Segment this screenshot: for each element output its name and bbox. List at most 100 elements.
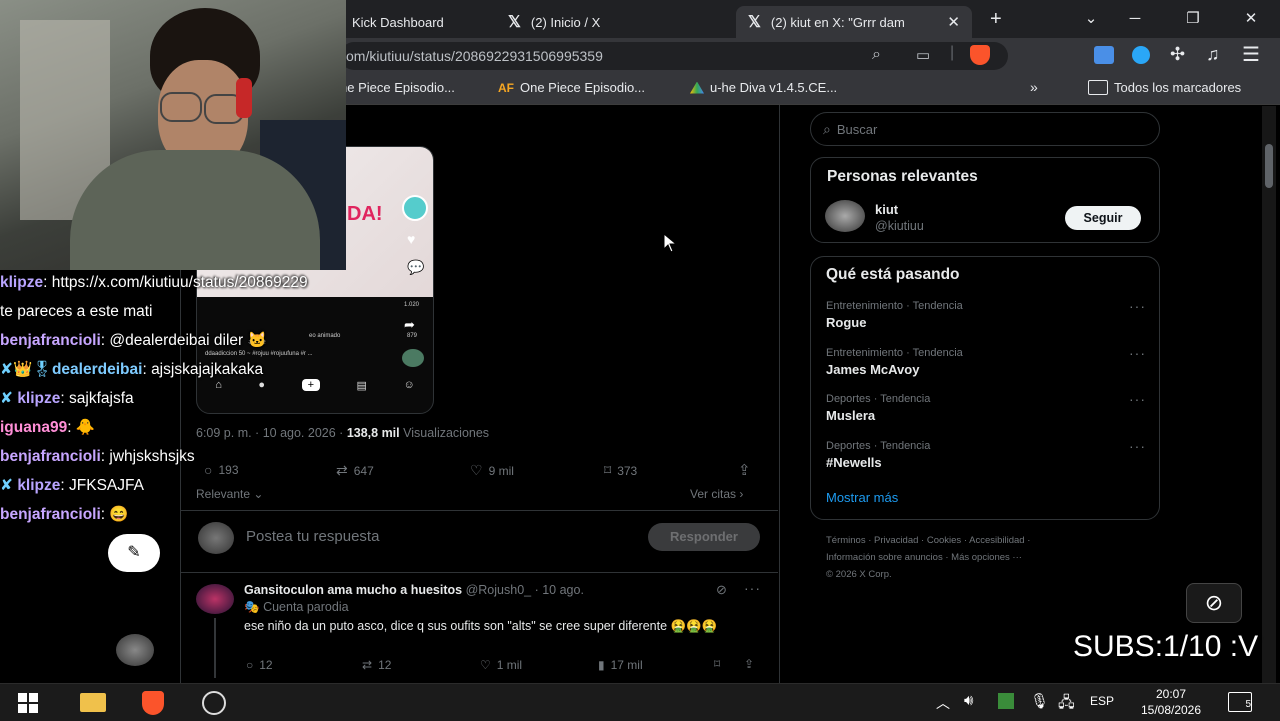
reply-input[interactable]: Postea tu respuesta <box>246 528 379 545</box>
trend-item[interactable]: Deportes · Tendencia Muslera ··· <box>826 391 1146 423</box>
clock-time: 20:07 <box>1155 687 1187 701</box>
footer-link[interactable]: Términos <box>826 535 866 546</box>
network-icon[interactable]: 🖧 <box>1058 692 1075 717</box>
volume-icon[interactable]: 🔊︎ <box>964 692 973 709</box>
person-shirt <box>70 150 320 270</box>
reply-header: Gansitoculon ama mucho a huesitos @Rojus… <box>244 583 584 597</box>
compose-button[interactable]: ✎ <box>108 534 160 572</box>
chat-text: te pareces a este mati <box>0 303 153 320</box>
cast-icon[interactable]: ▭ <box>916 46 930 64</box>
more-icon[interactable]: ··· <box>1129 298 1146 314</box>
app-tray-icon[interactable] <box>998 693 1014 709</box>
person-handle[interactable]: @kiutiuu <box>875 219 924 233</box>
trend-item[interactable]: Entretenimiento · Tendencia James McAvoy… <box>826 345 1146 377</box>
bookmark-item[interactable]: u-he Diva v1.4.5.CE... <box>690 80 837 95</box>
menu-icon[interactable]: ☰ <box>1242 42 1260 67</box>
maximize-button[interactable]: ❐ <box>1170 6 1216 32</box>
close-window-button[interactable]: ✕ <box>1228 6 1274 32</box>
trend-category: Deportes · Tendencia <box>826 393 931 405</box>
footer-link[interactable]: Más opciones ··· <box>951 552 1022 563</box>
heart-icon: ♡ <box>470 462 483 478</box>
repost-count-value: 12 <box>378 658 392 672</box>
analytics-icon: ▮ <box>598 658 605 672</box>
reply-handle[interactable]: @Rojush0_ · 10 ago. <box>466 583 584 597</box>
music-disc <box>402 349 424 367</box>
bookmark-item[interactable]: ne Piece Episodio... <box>340 80 455 95</box>
tab-search-icon[interactable]: ⌄ <box>1068 6 1114 32</box>
language-indicator[interactable]: ESP <box>1090 694 1114 708</box>
avatar[interactable] <box>825 200 865 232</box>
share-icon: ➦ <box>404 317 415 332</box>
clock[interactable]: 20:07 15/08/2026 <box>1134 686 1208 718</box>
reply-count[interactable]: ○ 12 <box>246 658 273 672</box>
avatar[interactable] <box>196 584 234 614</box>
quotes-link[interactable]: Ver citas › <box>690 487 743 501</box>
reply-button[interactable]: Responder <box>648 523 760 551</box>
tab-x-home[interactable]: 𝕏 (2) Inicio / X <box>496 6 726 38</box>
extensions-puzzle-icon[interactable]: ✣ <box>1170 44 1185 65</box>
chat-text: ajsjskajajkakaka <box>151 361 264 378</box>
share-icon[interactable]: ⇪ <box>744 657 754 671</box>
person-name[interactable]: kiut <box>875 202 898 217</box>
show-more-link[interactable]: Mostrar más <box>826 490 898 505</box>
new-tab-button[interactable]: + <box>990 8 1002 31</box>
extension-icon[interactable] <box>1132 46 1150 64</box>
view-count[interactable]: ▮ 17 mil <box>598 658 643 672</box>
more-icon[interactable]: ··· <box>1129 345 1146 361</box>
chat-message: te pareces a este mati <box>0 297 360 326</box>
bookmark-count[interactable]: ⌑ 373 <box>604 462 637 479</box>
repost-count[interactable]: ⇄ 12 <box>362 658 391 672</box>
brave-icon[interactable] <box>142 691 164 715</box>
like-count[interactable]: ♡ 9 mil <box>470 462 514 479</box>
microphone-icon[interactable]: 🎙︎ <box>1030 692 1049 710</box>
more-icon[interactable]: ··· <box>744 580 761 598</box>
trend-category: Entretenimiento · Tendencia <box>826 300 963 312</box>
windows-start-icon[interactable] <box>18 693 38 713</box>
music-icon[interactable]: ♫ <box>1206 44 1220 65</box>
scrollbar-thumb[interactable] <box>1265 144 1273 188</box>
share-icon[interactable]: ⇪ <box>738 461 751 479</box>
like-count[interactable]: ♡ 1 mil <box>480 658 522 672</box>
panel-title: Personas relevantes <box>827 168 978 185</box>
file-explorer-icon[interactable] <box>80 693 106 712</box>
url-text[interactable]: om/kiutiuu/status/2086922931506995359 <box>346 44 603 68</box>
trend-item[interactable]: Deportes · Tendencia #Newells ··· <box>826 438 1146 470</box>
all-bookmarks[interactable]: Todos los marcadores <box>1088 80 1241 95</box>
hide-overlay-icon[interactable]: ⊘ <box>1186 583 1242 623</box>
obs-icon[interactable] <box>202 691 226 715</box>
bookmark-icon[interactable]: ⌑ <box>714 657 720 671</box>
zoom-icon[interactable]: ⌕ <box>872 46 881 64</box>
scrollbar[interactable] <box>1262 106 1276 683</box>
x-logo-icon: 𝕏 <box>508 14 521 31</box>
notification-count: 5 <box>1245 699 1251 710</box>
brave-shield-icon[interactable] <box>970 45 990 65</box>
chat-message: benjafrancioli: @dealerdeibai diler 🐱 <box>0 332 267 349</box>
reply-display-name[interactable]: Gansitoculon ama mucho a huesitos <box>244 583 462 597</box>
search-input[interactable]: ⌕ Buscar <box>810 112 1160 146</box>
quotes-label: Ver citas <box>690 487 737 501</box>
trend-item[interactable]: Entretenimiento · Tendencia Rogue ··· <box>826 298 1146 330</box>
more-bookmarks-icon[interactable]: » <box>1030 79 1038 95</box>
chevron-up-icon[interactable]: ︿ <box>936 693 950 713</box>
tab-x-status[interactable]: 𝕏 (2) kiut en X: "Grrr dam ✕ <box>736 6 972 38</box>
more-icon[interactable]: ··· <box>1129 438 1146 454</box>
trend-name: Muslera <box>826 408 876 423</box>
more-icon[interactable]: ··· <box>1129 391 1146 407</box>
chat-text: https://x.com/kiutiuu/status/20869229 <box>51 274 308 291</box>
chat-text: @dealerdeibai diler <box>109 332 244 349</box>
notifications-icon[interactable]: 5 <box>1228 692 1252 712</box>
footer-link[interactable]: Accesibilidad <box>969 535 1024 546</box>
footer-link[interactable]: Cookies <box>927 535 961 546</box>
translate-icon[interactable] <box>1094 46 1114 64</box>
minimize-button[interactable]: ─ <box>1112 6 1158 32</box>
tab-kick-dashboard[interactable]: Kick Dashboard <box>340 6 488 38</box>
close-tab-icon[interactable]: ✕ <box>947 13 960 31</box>
footer-link[interactable]: Privacidad <box>874 535 918 546</box>
copyright: © 2026 X Corp. <box>826 569 892 580</box>
footer-link[interactable]: Información sobre anuncios <box>826 552 943 563</box>
bookmark-item[interactable]: AF One Piece Episodio... <box>498 80 645 95</box>
panel-title: Qué está pasando <box>826 266 960 283</box>
follow-button[interactable]: Seguir <box>1065 206 1141 230</box>
bookmark-label: One Piece Episodio... <box>520 80 646 95</box>
grok-icon[interactable]: ⊘ <box>716 582 727 598</box>
